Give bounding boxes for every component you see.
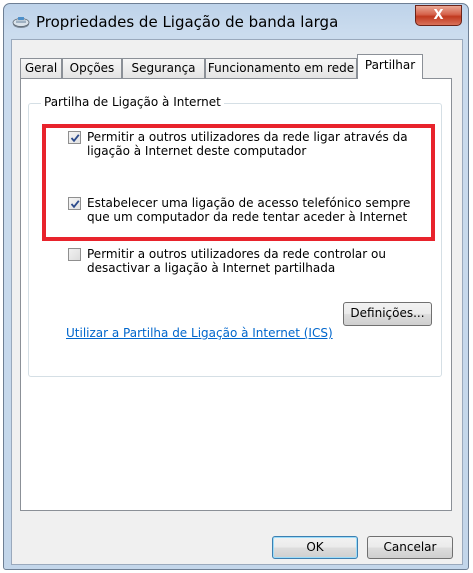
allow-control-label-line2: desactivar a ligação à Internet partilha… [87, 261, 336, 275]
window-title: Propriedades de Ligação de banda larga [36, 13, 339, 31]
close-button[interactable]: X [415, 5, 462, 26]
tab-label: Opções [69, 61, 115, 75]
tab-opcoes[interactable]: Opções [62, 58, 122, 78]
ics-help-link[interactable]: Utilizar a Partilha de Ligação à Interne… [66, 326, 333, 340]
tab-partilhar[interactable]: Partilhar [357, 54, 423, 79]
dialog-window: Propriedades de Ligação de banda larga X… [3, 3, 469, 570]
close-icon: X [433, 8, 444, 23]
tab-label: Geral [24, 61, 58, 75]
network-connection-icon [12, 17, 30, 28]
title-bar[interactable]: Propriedades de Ligação de banda larga X [4, 4, 468, 40]
settings-button[interactable]: Definições... [343, 302, 432, 326]
ok-button[interactable]: OK [272, 536, 358, 559]
tab-label: Partilhar [364, 58, 416, 72]
allow-control-checkbox[interactable] [68, 248, 81, 261]
dialog-client-area: Geral Opções Segurança Funcionamento em … [11, 39, 463, 565]
highlight-box [42, 124, 435, 241]
allow-control-label: Permitir a outros utilizadores da rede c… [87, 247, 427, 275]
tab-label: Funcionamento em rede [207, 61, 355, 75]
allow-control-label-line1: Permitir a outros utilizadores da rede c… [87, 247, 386, 261]
cancel-button[interactable]: Cancelar [367, 536, 453, 559]
tab-funcionamento-em-rede[interactable]: Funcionamento em rede [205, 58, 357, 78]
ics-group-title: Partilha de Ligação à Internet [41, 95, 224, 109]
tab-seguranca[interactable]: Segurança [122, 58, 205, 78]
tab-geral[interactable]: Geral [20, 58, 62, 78]
tab-label: Segurança [131, 61, 196, 75]
